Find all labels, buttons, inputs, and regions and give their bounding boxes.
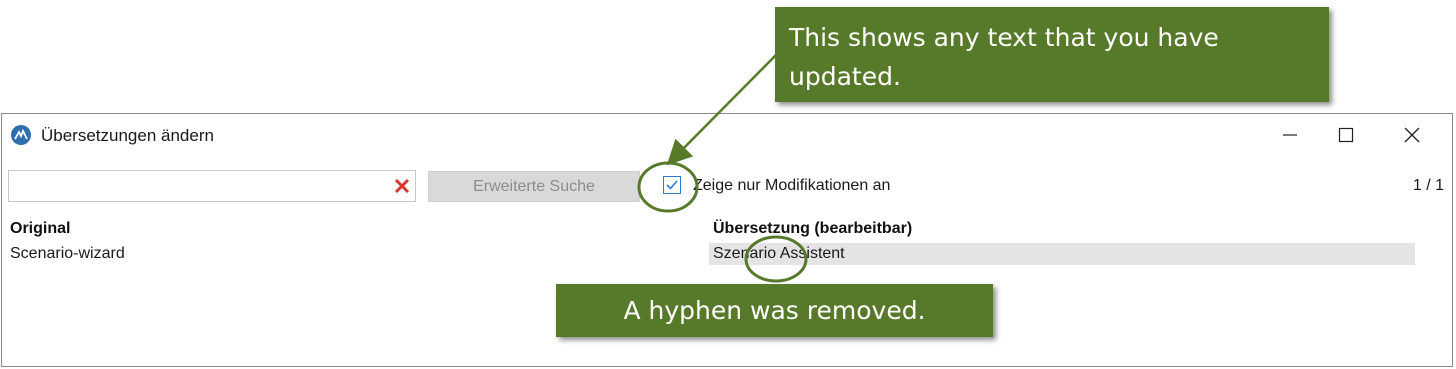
column-header-translation: Übersetzung (bearbeitbar) bbox=[713, 220, 913, 237]
row-original-text: Scenario-wizard bbox=[10, 245, 125, 262]
row-translation-field[interactable]: Szenario Assistent bbox=[709, 243, 1415, 265]
show-modifications-label[interactable]: Zeige nur Modifikationen an bbox=[693, 177, 890, 195]
callout-hyphen: A hyphen was removed. bbox=[556, 284, 993, 337]
column-header-original: Original bbox=[10, 220, 71, 237]
clear-x-icon[interactable] bbox=[393, 177, 411, 195]
callout-modifications: This shows any text that you have update… bbox=[775, 7, 1329, 102]
search-input[interactable] bbox=[8, 170, 416, 202]
minimize-button[interactable] bbox=[1262, 114, 1318, 156]
minimize-icon bbox=[1283, 134, 1297, 136]
app-logo-icon bbox=[11, 125, 31, 145]
window-title: Übersetzungen ändern bbox=[41, 126, 214, 145]
title-bar: Übersetzungen ändern bbox=[2, 114, 1452, 156]
close-button[interactable] bbox=[1384, 114, 1440, 156]
maximize-button[interactable] bbox=[1318, 114, 1374, 156]
maximize-icon bbox=[1338, 127, 1354, 143]
advanced-search-button[interactable]: Erweiterte Suche bbox=[428, 171, 640, 202]
close-icon bbox=[1404, 127, 1420, 143]
show-modifications-checkbox[interactable] bbox=[663, 176, 681, 194]
page-counter: 1 / 1 bbox=[1412, 177, 1444, 194]
checkmark-icon bbox=[666, 180, 678, 190]
